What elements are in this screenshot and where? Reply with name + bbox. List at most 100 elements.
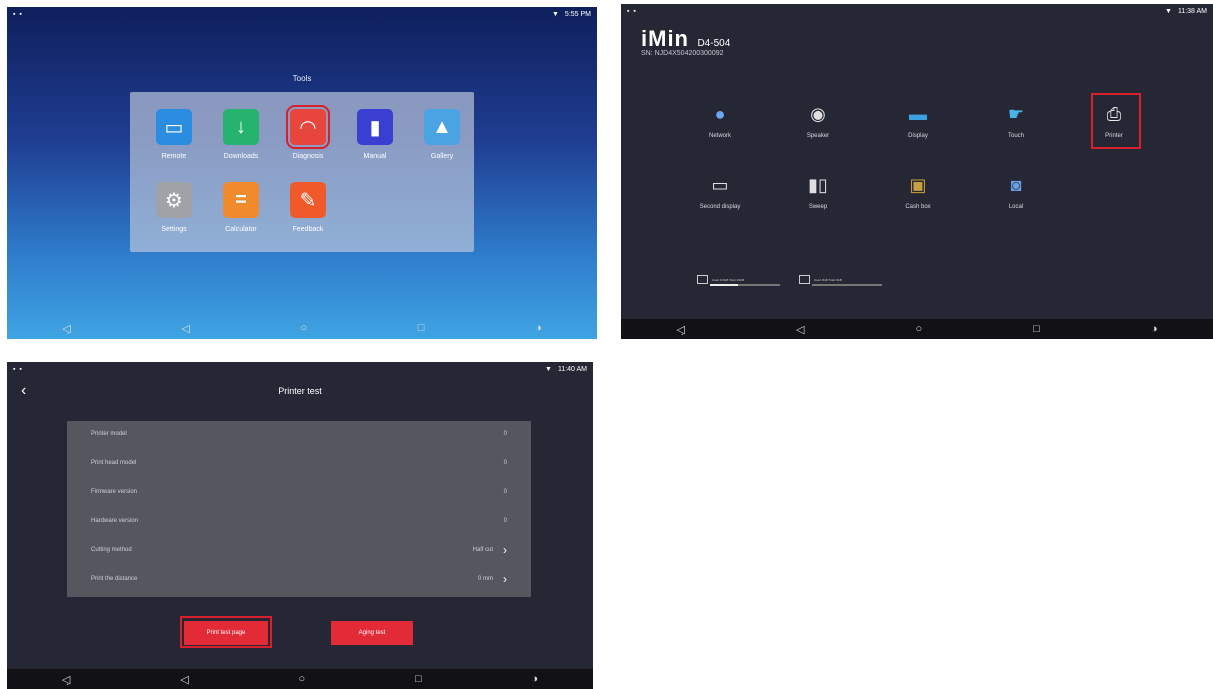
second-display-icon: ▭ [711, 174, 729, 195]
row-value: Half cut [472, 547, 493, 553]
storage-bar-fill [710, 284, 738, 286]
storage-icon [799, 275, 810, 284]
app-calculator[interactable]: = Calculator [211, 182, 271, 233]
app-remote[interactable]: ▭ Remote [144, 109, 204, 160]
device-label: Local [1008, 204, 1024, 210]
book-icon: ▮ [357, 109, 393, 145]
globe-icon: ● [714, 103, 726, 124]
storage-bar [812, 284, 882, 286]
app-settings[interactable]: ⚙ Settings [144, 182, 204, 233]
app-label: Feedback [292, 226, 324, 233]
device-label: Touch [1007, 133, 1024, 139]
storage-text: Used 0GB Total 0GB [814, 277, 842, 282]
info-row-print-distance[interactable]: Print the distance 0 mm › [91, 572, 507, 586]
tools-panel: ▭ Remote ↓ Downloads ◠ Diagnosis ▮ Manua… [130, 92, 474, 252]
recents-nav-icon[interactable]: □ [1033, 323, 1040, 335]
monitor-icon: ▭ [156, 109, 192, 145]
status-bar: ▪ ▪ ▼ 5:55 PM [7, 7, 597, 25]
device-label: Sweep [808, 204, 828, 210]
device-display[interactable]: ▬ Display [883, 99, 953, 140]
device-sweep[interactable]: ▮▯ Sweep [783, 170, 853, 211]
status-bar: ▪ ▪ ▼ 11:38 AM [621, 4, 1213, 22]
status-icons-right: ▼ 5:55 PM [552, 11, 591, 18]
app-diagnosis[interactable]: ◠ Diagnosis [278, 105, 338, 160]
row-value: 0 [503, 518, 507, 524]
app-downloads[interactable]: ↓ Downloads [211, 109, 271, 160]
status-time: 5:55 PM [564, 11, 591, 18]
scanner-icon: ▮▯ [808, 174, 828, 195]
nav-bar: ◁̣ ◁ ○ □ ◑ [621, 319, 1213, 339]
wifi-icon: ▼ [545, 366, 552, 373]
device-label: Cash box [905, 204, 931, 210]
info-row-print-head-model: Print head model 0 [91, 460, 507, 466]
app-label: Settings [161, 226, 187, 233]
row-label: Print head model [91, 460, 137, 466]
status-bar: ▪ ▪ ▼ 11:40 AM [7, 362, 593, 380]
local-icon: ◙ [1010, 174, 1022, 195]
app-label: Remote [161, 153, 187, 160]
recents-nav-icon[interactable]: □ [418, 322, 425, 334]
status-icons-right: ▼ 11:38 AM [1165, 8, 1207, 15]
wifi-icon: ▼ [1165, 8, 1172, 15]
row-value: 0 mm [478, 576, 493, 582]
tools-screen: ▪ ▪ ▼ 5:55 PM Tools ▭ Remote ↓ Downloads… [7, 7, 597, 339]
touch-icon: ☛ [1007, 103, 1025, 124]
device-local[interactable]: ◙ Local [981, 170, 1051, 211]
volume-up-icon[interactable]: ◑ [1151, 323, 1158, 335]
serial-number: SN: NJD4X504200300092 [641, 50, 724, 57]
app-gallery[interactable]: ▲ Gallery [412, 109, 472, 160]
device-second-display[interactable]: ▭ Second display [685, 170, 755, 211]
home-nav-icon[interactable]: ○ [300, 322, 307, 334]
info-row-hardware-version: Hardware version 0 [91, 518, 507, 524]
aging-test-button[interactable]: Aging test [331, 621, 413, 645]
volume-up-icon[interactable]: ◑ [535, 322, 542, 334]
app-manual[interactable]: ▮ Manual [345, 109, 405, 160]
volume-down-icon[interactable]: ◁̣ [677, 323, 685, 336]
chevron-right-icon[interactable]: › [503, 543, 507, 557]
row-label: Cutting method [91, 547, 132, 553]
volume-down-icon[interactable]: ◁̣ [62, 322, 70, 335]
back-nav-icon[interactable]: ◁ [181, 322, 189, 335]
row-value: 0 [503, 460, 507, 466]
device-label: Second display [699, 204, 741, 210]
device-cash-box[interactable]: ▣ Cash box [883, 170, 953, 211]
device-network[interactable]: ● Network [685, 99, 755, 140]
row-label: Hardware version [91, 518, 139, 524]
gear-icon: ⚙ [156, 182, 192, 218]
storage-bar [710, 284, 780, 286]
pencil-icon: ✎ [290, 182, 326, 218]
device-label: Network [708, 133, 731, 139]
home-nav-icon[interactable]: ○ [915, 323, 922, 335]
download-icon: ↓ [223, 109, 259, 145]
chevron-right-icon[interactable]: › [503, 572, 507, 586]
status-icons-left: ▪ ▪ [627, 8, 637, 15]
app-label: Calculator [225, 226, 257, 233]
back-nav-icon[interactable]: ◁ [796, 323, 804, 336]
recents-nav-icon[interactable]: □ [415, 673, 422, 685]
device-label: Display [908, 133, 928, 139]
imin-logo: iMin [641, 26, 689, 51]
picture-icon: ▲ [424, 109, 460, 145]
volume-up-icon[interactable]: ◑ [531, 673, 538, 685]
app-label: Downloads [223, 153, 259, 160]
tools-title: Tools [292, 74, 312, 83]
calculator-icon: = [223, 182, 259, 218]
diagnosis-screen: ▪ ▪ ▼ 11:38 AM iMin D4-504 SN: NJD4X5042… [621, 4, 1213, 339]
printer-info-panel: Printer model 0 Print head model 0 Firmw… [67, 421, 531, 597]
brand-header: iMin D4-504 SN: NJD4X504200300092 [641, 26, 731, 57]
cash-box-icon: ▣ [909, 174, 927, 195]
volume-down-icon[interactable]: ◁̣ [62, 673, 70, 686]
back-nav-icon[interactable]: ◁ [180, 673, 188, 686]
print-test-page-button[interactable]: Print test page [184, 621, 268, 645]
printer-test-screen: ▪ ▪ ▼ 11:40 AM ‹ Printer test Printer mo… [7, 362, 593, 689]
device-model: D4-504 [697, 38, 731, 49]
status-time: 11:40 AM [557, 366, 587, 373]
status-icons-left: ▪ ▪ [13, 11, 23, 18]
device-speaker[interactable]: ◉ Speaker [783, 99, 853, 140]
app-feedback[interactable]: ✎ Feedback [278, 182, 338, 233]
home-nav-icon[interactable]: ○ [298, 673, 305, 685]
info-row-cutting-method[interactable]: Cutting method Half cut › [91, 543, 507, 557]
device-touch[interactable]: ☛ Touch [981, 99, 1051, 140]
app-label: Gallery [430, 153, 454, 160]
wifi-icon: ▼ [551, 11, 559, 18]
